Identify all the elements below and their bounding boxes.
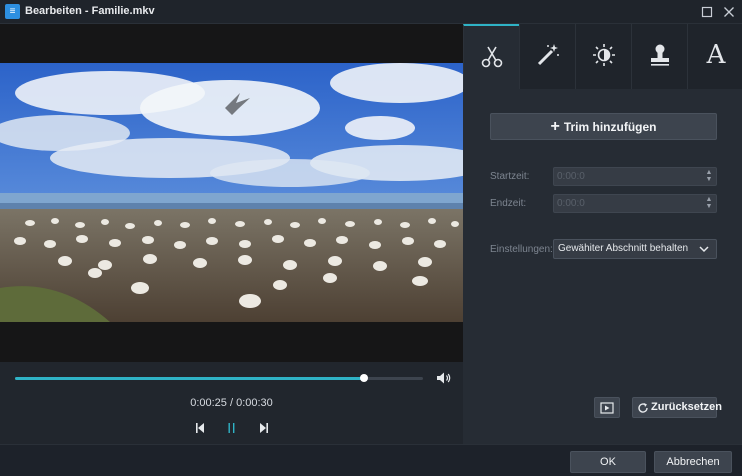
- start-time-field[interactable]: 0:00:0 ▲ ▼: [553, 167, 717, 186]
- volume-icon: [437, 372, 451, 384]
- window-title: Bearbeiten - Familie.mkv: [25, 5, 155, 17]
- chevron-down-icon[interactable]: ▼: [704, 203, 714, 210]
- video-frame: [0, 63, 463, 322]
- cancel-button[interactable]: Abbrechen: [654, 451, 732, 473]
- preview-play-icon: [600, 402, 614, 414]
- magic-wand-icon: [537, 44, 559, 66]
- previous-frame-icon: [196, 423, 204, 433]
- scissors-icon: [481, 46, 503, 68]
- chevron-up-icon[interactable]: ▲: [704, 169, 714, 176]
- text-icon: A: [706, 40, 726, 70]
- close-button[interactable]: [720, 3, 738, 21]
- refresh-icon: [638, 403, 648, 413]
- letterbox-top: [0, 24, 463, 63]
- start-time-label: Startzeit:: [490, 171, 530, 182]
- maximize-button[interactable]: [698, 3, 716, 21]
- letterbox-bottom: [0, 322, 463, 362]
- stamp-icon: [651, 44, 669, 66]
- app-logo-icon: ≡: [5, 4, 20, 19]
- chevron-down-icon[interactable]: ▼: [704, 176, 714, 183]
- edit-panel: A + Trim hinzufügen Startzeit: 0:00:0 ▲ ▼ …: [463, 24, 742, 444]
- end-time-stepper[interactable]: ▲ ▼: [704, 196, 714, 211]
- time-display: 0:00:25 / 0:00:30: [190, 397, 273, 409]
- seek-handle[interactable]: [360, 374, 369, 382]
- end-time-field[interactable]: 0:00:0 ▲ ▼: [553, 194, 717, 213]
- maximize-icon: [701, 6, 713, 18]
- previous-frame-button[interactable]: [193, 421, 209, 435]
- settings-label: Einstellungen:: [490, 244, 553, 255]
- chevron-down-icon: [699, 246, 709, 253]
- brightness-icon: [593, 44, 615, 66]
- playback-controls: 0:00:25 / 0:00:30: [0, 362, 463, 444]
- next-frame-button[interactable]: [255, 421, 271, 435]
- seek-progress: [15, 377, 365, 380]
- next-frame-icon: [260, 423, 268, 433]
- volume-button[interactable]: [436, 371, 452, 385]
- pause-icon: [228, 423, 235, 433]
- tab-watermark[interactable]: [631, 24, 687, 89]
- settings-value: Gewähiter Abschnitt behalten: [558, 243, 689, 254]
- plus-icon: +: [550, 118, 560, 135]
- end-time-label: Endzeit:: [490, 198, 527, 209]
- reset-label: Zurücksetzen: [651, 401, 722, 413]
- chevron-up-icon[interactable]: ▲: [704, 196, 714, 203]
- start-time-value: 0:00:0: [557, 171, 585, 182]
- pause-button[interactable]: [224, 421, 240, 435]
- tab-trim[interactable]: [463, 24, 519, 89]
- dialog-footer: OK Abbrechen: [0, 444, 742, 476]
- reset-button[interactable]: Zurücksetzen: [632, 397, 722, 418]
- tab-text[interactable]: A: [687, 24, 742, 89]
- title-bar: ≡ Bearbeiten - Familie.mkv: [0, 0, 742, 24]
- seek-bar[interactable]: [15, 374, 423, 382]
- edit-tabs: A: [463, 24, 742, 89]
- add-trim-button[interactable]: + Trim hinzufügen: [490, 113, 717, 140]
- ok-button[interactable]: OK: [570, 451, 646, 473]
- tab-effects[interactable]: [519, 24, 575, 89]
- add-trim-label: Trim hinzufügen: [563, 120, 657, 134]
- start-time-stepper[interactable]: ▲ ▼: [704, 169, 714, 184]
- close-icon: [724, 7, 734, 17]
- end-time-value: 0:00:0: [557, 198, 585, 209]
- tab-adjust[interactable]: [575, 24, 631, 89]
- video-preview[interactable]: [0, 63, 463, 322]
- preview-pane: 0:00:25 / 0:00:30: [0, 24, 463, 444]
- settings-dropdown[interactable]: Gewähiter Abschnitt behalten: [553, 239, 717, 259]
- preview-segment-button[interactable]: [594, 397, 620, 418]
